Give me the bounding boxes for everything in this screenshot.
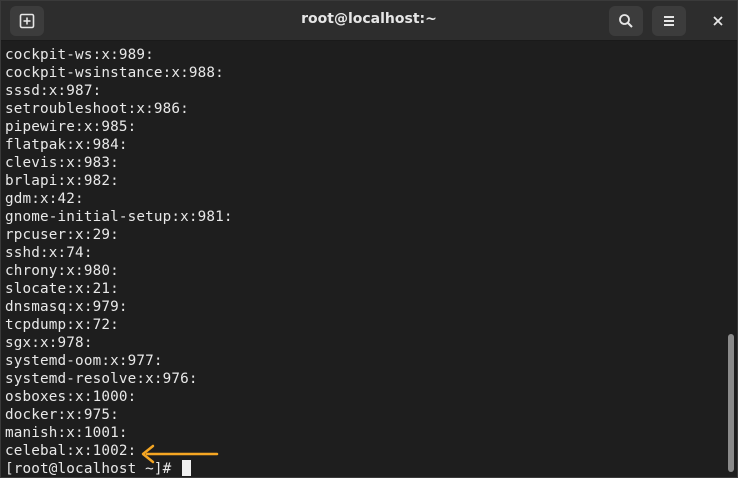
terminal-line: clevis:x:983:: [5, 155, 119, 171]
terminal-line: dnsmasq:x:979:: [5, 299, 128, 315]
terminal-window: root@localhost:~ cockpit-ws:x:989: cockp…: [0, 0, 738, 478]
scrollbar[interactable]: [726, 41, 736, 477]
terminal-line: gdm:x:42:: [5, 191, 84, 207]
terminal-line: systemd-resolve:x:976:: [5, 371, 198, 387]
terminal-line: chrony:x:980:: [5, 263, 119, 279]
title-bar[interactable]: root@localhost:~: [1, 1, 737, 41]
terminal-line: docker:x:975:: [5, 407, 119, 423]
terminal-line: osboxes:x:1000:: [5, 389, 137, 405]
menu-button[interactable]: [652, 6, 686, 36]
terminal-line: flatpak:x:984:: [5, 137, 128, 153]
terminal-line: pipewire:x:985:: [5, 119, 137, 135]
terminal-line: manish:x:1001:: [5, 425, 128, 441]
terminal-line: sshd:x:74:: [5, 245, 93, 261]
close-icon: [712, 15, 724, 27]
terminal-line: cockpit-ws:x:989:: [5, 47, 154, 63]
terminal-line: celebal:x:1002:: [5, 443, 137, 459]
terminal-line: rpcuser:x:29:: [5, 227, 119, 243]
terminal-line: sssd:x:987:: [5, 83, 102, 99]
terminal-line: slocate:x:21:: [5, 281, 119, 297]
prompt-line[interactable]: [root@localhost ~]#: [5, 460, 727, 477]
terminal-line: tcpdump:x:72:: [5, 317, 119, 333]
terminal-line: gnome-initial-setup:x:981:: [5, 209, 233, 225]
terminal-line: systemd-oom:x:977:: [5, 353, 163, 369]
search-icon: [618, 13, 634, 29]
terminal-line: cockpit-wsinstance:x:988:: [5, 65, 224, 81]
terminal-line: brlapi:x:982:: [5, 173, 119, 189]
hamburger-menu-icon: [662, 14, 676, 28]
terminal-line: setroubleshoot:x:986:: [5, 101, 189, 117]
terminal-output[interactable]: cockpit-ws:x:989: cockpit-wsinstance:x:98…: [1, 41, 727, 477]
close-button[interactable]: [701, 6, 735, 36]
scrollbar-thumb[interactable]: [728, 334, 734, 472]
search-button[interactable]: [609, 6, 643, 36]
terminal-line: sgx:x:978:: [5, 335, 93, 351]
output-lines: cockpit-ws:x:989: cockpit-wsinstance:x:98…: [1, 41, 727, 477]
arrow-left-icon: [139, 443, 219, 469]
